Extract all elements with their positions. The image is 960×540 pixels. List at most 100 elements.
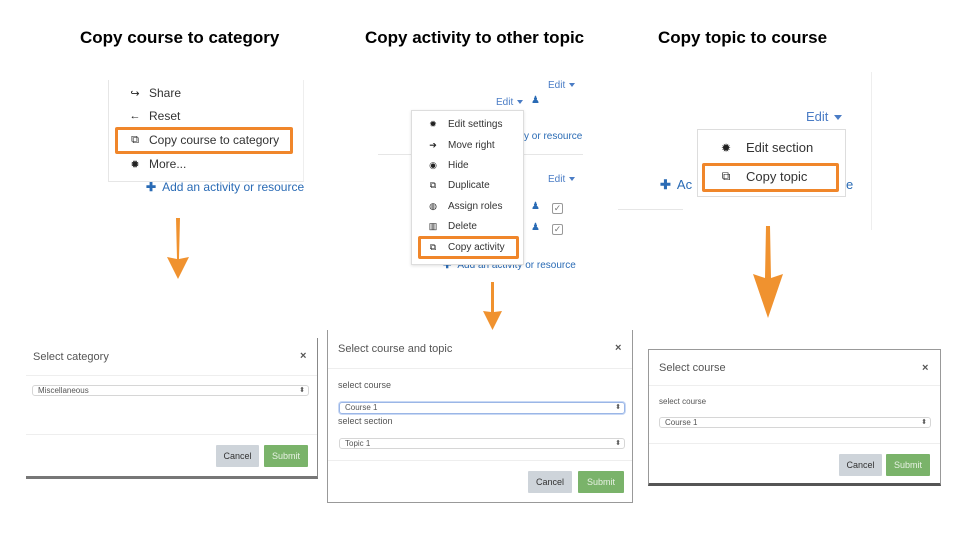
caret-down-icon: [569, 83, 576, 88]
edit-dropdown-section[interactable]: Edit: [548, 80, 576, 91]
menu-item-copy-activity[interactable]: ⧉ Copy activity: [427, 242, 505, 253]
submit-button[interactable]: Submit: [886, 454, 930, 476]
heading-copy-topic: Copy topic to course: [658, 28, 828, 47]
menu-item-label: Copy activity: [448, 242, 505, 253]
user-circle-icon: ◍: [429, 201, 437, 211]
select-arrows-icon: ⬍: [921, 419, 927, 426]
arrow-shape: [167, 218, 189, 279]
menu-item-label: Reset: [149, 109, 181, 123]
menu-item-move-right[interactable]: ➔ Move right: [427, 140, 495, 151]
menu-item-edit-settings[interactable]: ✹ Edit settings: [427, 119, 502, 130]
dialog-divider: [26, 434, 317, 435]
dialog-title: Select course: [659, 362, 726, 374]
caret-down-icon: [834, 115, 843, 121]
menu-item-copy-course[interactable]: ⧉ Copy course to category: [128, 133, 279, 147]
select-course-label: select course: [659, 397, 707, 406]
down-arrow-icon: [483, 282, 502, 330]
share-icon: ↪: [130, 87, 140, 100]
menu-item-more[interactable]: ✹ More...: [128, 157, 186, 171]
partial-add-link[interactable]: ✚ Ac: [660, 177, 692, 193]
partial-link-left: Ac: [676, 177, 693, 192]
heading-copy-course: Copy course to category: [80, 28, 280, 47]
add-activity-label: Add an activity or resource: [162, 180, 305, 194]
cancel-button[interactable]: Cancel: [528, 471, 572, 493]
menu-item-hide[interactable]: ◉ Hide: [427, 160, 469, 171]
menu-item-label: Share: [149, 86, 182, 100]
menu-item-label: Hide: [448, 160, 469, 171]
plus-icon: ✚: [146, 180, 157, 194]
category-select-value: Miscellaneous: [38, 386, 89, 395]
edit-label: Edit: [548, 174, 566, 185]
copy-icon: ⧉: [721, 169, 731, 183]
section-select-value: Topic 1: [345, 439, 371, 448]
trash-icon: ▥: [428, 221, 438, 231]
submit-button[interactable]: Submit: [578, 471, 624, 493]
course-select-value: Course 1: [345, 403, 378, 412]
edit-dropdown-section-2[interactable]: Edit: [548, 174, 576, 185]
arrow-shape: [753, 226, 783, 318]
menu-item-duplicate[interactable]: ⧉ Duplicate: [427, 180, 490, 191]
partial-add-link-end[interactable]: e: [846, 177, 853, 192]
eye-icon: ◉: [429, 160, 437, 170]
submit-button[interactable]: Submit: [264, 445, 308, 467]
cancel-button[interactable]: Cancel: [839, 454, 882, 476]
gear-icon: ✹: [429, 119, 437, 129]
menu-item-label: Delete: [448, 221, 477, 232]
edit-label: Edit: [496, 97, 514, 108]
select-course-dialog: Select course × select course Course 1 ⬍…: [648, 349, 941, 486]
select-section-label: select section: [338, 416, 393, 426]
menu-item-label: Move right: [448, 140, 495, 151]
select-arrows-icon: ⬍: [615, 440, 621, 447]
select-category-dialog: Select category × Miscellaneous ⬍ Cancel…: [26, 338, 318, 479]
close-icon[interactable]: ×: [922, 362, 928, 374]
duplicate-icon: ⧉: [429, 180, 437, 190]
menu-item-edit-section[interactable]: ✹ Edit section: [718, 140, 813, 155]
completion-checkbox[interactable]: ✓: [552, 203, 563, 214]
add-activity-link[interactable]: ✚ Add an activity or resource: [146, 180, 304, 194]
copy-icon: ⧉: [131, 133, 139, 146]
partial-add-link[interactable]: y or resource: [524, 131, 582, 142]
menu-item-label: Edit section: [746, 140, 814, 155]
person-icon: ♟: [531, 222, 540, 233]
dialog-divider: [649, 385, 940, 386]
menu-item-delete[interactable]: ▥ Delete: [427, 221, 477, 232]
copy-icon: ⧉: [429, 242, 437, 252]
edit-dropdown-activity[interactable]: Edit: [496, 97, 524, 108]
dialog-title: Select category: [33, 351, 109, 363]
course-select-value: Course 1: [665, 418, 698, 427]
dialog-divider: [328, 460, 632, 461]
person-icon: ♟: [531, 201, 540, 212]
edit-label: Edit: [548, 80, 566, 91]
menu-item-label: Duplicate: [448, 180, 490, 191]
menu-item-label: Edit settings: [448, 119, 503, 130]
cancel-button[interactable]: Cancel: [216, 445, 259, 467]
edit-dropdown-topic[interactable]: Edit: [806, 109, 843, 124]
close-icon[interactable]: ×: [615, 342, 621, 354]
down-arrow-icon: [753, 226, 783, 318]
menu-item-copy-topic[interactable]: ⧉ Copy topic: [718, 169, 808, 184]
menu-item-label: Copy topic: [746, 169, 808, 184]
menu-item-label: More...: [149, 157, 187, 171]
heading-copy-activity: Copy activity to other topic: [365, 28, 585, 47]
arrow-left-icon: ←: [129, 110, 141, 122]
close-icon[interactable]: ×: [300, 350, 306, 362]
dialog-title: Select course and topic: [338, 343, 453, 355]
arrow-shape: [483, 282, 502, 330]
edit-label: Edit: [806, 109, 829, 124]
person-icon: ♟: [531, 95, 540, 106]
menu-item-assign-roles[interactable]: ◍ Assign roles: [427, 201, 502, 212]
completion-checkbox[interactable]: ✓: [552, 224, 563, 235]
course-select[interactable]: Course 1 ⬍: [659, 417, 931, 428]
course-select[interactable]: Course 1 ⬍: [339, 402, 625, 414]
menu-item-reset[interactable]: ← Reset: [128, 109, 181, 123]
menu-item-label: Copy course to category: [149, 133, 280, 147]
panel-border: [871, 72, 872, 230]
menu-item-label: Assign roles: [448, 201, 503, 212]
dialog-divider: [26, 375, 317, 376]
select-course-topic-dialog: Select course and topic × select course …: [327, 330, 633, 503]
down-arrow-icon: [167, 218, 189, 279]
select-arrows-icon: ⬍: [615, 404, 621, 411]
section-select[interactable]: Topic 1 ⬍: [339, 438, 625, 449]
category-select[interactable]: Miscellaneous ⬍: [32, 385, 309, 396]
menu-item-share[interactable]: ↪ Share: [128, 86, 181, 100]
